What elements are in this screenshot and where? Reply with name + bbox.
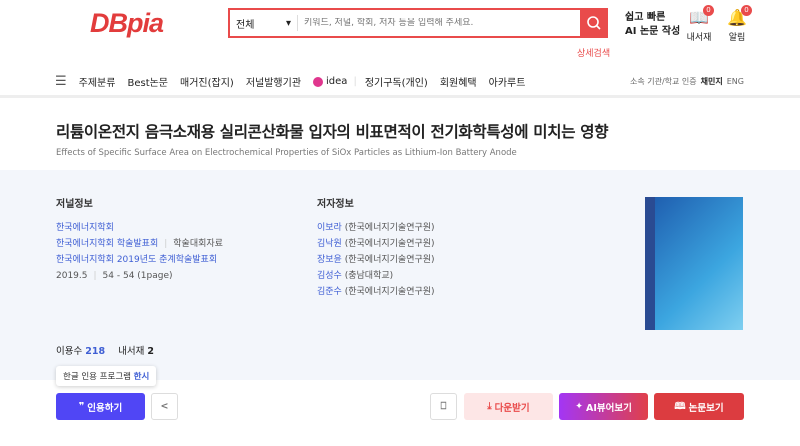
search-bar: 전체 ▾ [228, 8, 608, 38]
hansi-link[interactable]: 한시 [134, 372, 150, 382]
download-label: 다운받기 [494, 402, 530, 414]
bell-icon: 🔔 0 [722, 5, 752, 30]
category-value: 전체 [236, 19, 255, 31]
author-link[interactable]: 김준수 [317, 287, 342, 297]
open-book-icon: 🕮 [674, 400, 686, 412]
library-stat-count: 2 [147, 346, 155, 357]
share-button[interactable]: < [151, 393, 178, 420]
search-button[interactable] [580, 8, 608, 38]
author-affiliation: (한국에너지기술연구원) [344, 239, 435, 249]
author-heading: 저자정보 [317, 199, 354, 210]
category-select[interactable]: 전체 ▾ [230, 15, 298, 31]
author-link[interactable]: 김성수 [317, 271, 342, 281]
advanced-search-link[interactable]: 상세검색 [577, 46, 610, 59]
search-input[interactable] [298, 18, 580, 28]
author-link[interactable]: 이보라 [317, 223, 342, 233]
idea-icon [313, 76, 324, 87]
publish-date: 2019.5 [56, 271, 88, 281]
author-affiliation: (한국에너지기술연구원) [344, 255, 435, 265]
search-icon [587, 16, 601, 30]
share-icon: < [160, 401, 169, 412]
author-affiliation: (한국에너지기술연구원) [344, 223, 435, 233]
view-paper-button[interactable]: 🕮 논문보기 [654, 393, 744, 420]
page-title: 리튬이온전지 음극소재용 실리콘산화물 입자의 비표면적이 전기화학특성에 미치… [56, 123, 609, 141]
proceedings-cover-image [645, 197, 743, 330]
nav-item[interactable]: 주제분류 [79, 74, 116, 89]
ai-viewer-button[interactable]: ✦ AI뷰어보기 [559, 393, 648, 420]
book-icon: 📖 0 [684, 5, 714, 30]
dropdown-icon: ▾ [285, 17, 291, 29]
proceeding-link[interactable]: 한국에너지학회 2019년도 춘계학술발표회 [56, 252, 223, 268]
cite-button[interactable]: ❞ 인용하기 [56, 393, 145, 420]
user-name[interactable]: 채민지 [701, 76, 723, 87]
author-link[interactable]: 장보윤 [317, 255, 342, 265]
alerts-button[interactable]: 🔔 0 알림 [722, 5, 752, 43]
nav-item[interactable]: 정기구독(개인) [365, 74, 428, 89]
view-paper-label: 논문보기 [688, 402, 724, 414]
nav-item[interactable]: 저널발행기관 [246, 74, 301, 89]
tooltip-text: 한글 인용 프로그램 [63, 372, 131, 382]
nav-item[interactable]: 회원혜택 [440, 74, 477, 89]
nav-item[interactable]: Best논문 [127, 74, 168, 89]
author-affiliation: (충남대학교) [344, 271, 394, 281]
page-subtitle: Effects of Specific Surface Area on Elec… [56, 148, 517, 158]
author-link[interactable]: 김낙원 [317, 239, 342, 249]
dbpia-logo[interactable]: DBpia [90, 8, 164, 39]
my-library-button[interactable]: 📖 0 내서재 [684, 5, 714, 43]
institution-auth-link[interactable]: 소속 기관/학교 인증 [630, 76, 697, 87]
ai-viewer-label: AI뷰어보기 [586, 402, 632, 414]
nav-item[interactable]: idea [326, 76, 347, 87]
pages: 54 - 54 (1page) [102, 271, 173, 281]
event-type: 학술대회자료 [173, 239, 223, 249]
bookmark-button[interactable]: ⎕ [430, 393, 457, 420]
ai-promo-line1: 쉽고 빠른 [625, 12, 666, 23]
cite-label: 인용하기 [87, 402, 123, 414]
language-eng[interactable]: ENG [727, 77, 744, 86]
alerts-label: 알림 [728, 33, 746, 43]
ai-promo-line2: AI 논문 작성 [625, 26, 681, 37]
usage-count: 218 [85, 346, 106, 357]
usage-label: 이용수 [56, 346, 83, 357]
citation-tooltip: 한글 인용 프로그램 한시 [56, 366, 157, 386]
author-info: 저자정보 이보라 (한국에너지기술연구원) 김낙원 (한국에너지기술연구원) 장… [317, 195, 435, 300]
sparkle-icon: ✦ [575, 401, 584, 412]
download-button[interactable]: ⤓ 다운받기 [464, 393, 553, 420]
journal-heading: 저널정보 [56, 199, 93, 210]
ai-writing-promo[interactable]: 쉽고 빠른 AI 논문 작성 [625, 11, 680, 39]
nav-item[interactable]: 아카루트 [489, 74, 526, 89]
event-link[interactable]: 한국에너지학회 학술발표회 [56, 239, 158, 249]
library-stat-label: 내서재 [118, 346, 145, 357]
download-icon: ⤓ [487, 401, 492, 412]
society-link[interactable]: 한국에너지학회 [56, 220, 223, 236]
nav-item[interactable]: 매거진(잡지) [180, 74, 234, 89]
usage-stats: 이용수 218 내서재 2 [56, 343, 154, 357]
author-affiliation: (한국에너지기술연구원) [344, 287, 435, 297]
main-nav: ☰ 주제분류 Best논문 매거진(잡지) 저널발행기관 idea | 정기구독… [0, 68, 800, 98]
bookmark-icon: ⎕ [440, 401, 447, 412]
quote-icon: ❞ [78, 401, 85, 412]
library-badge: 0 [703, 5, 714, 16]
journal-info: 저널정보 한국에너지학회 한국에너지학회 학술발표회 | 학술대회자료 한국에너지학… [56, 195, 223, 284]
menu-icon[interactable]: ☰ [55, 74, 67, 89]
alerts-badge: 0 [741, 5, 752, 16]
library-label: 내서재 [686, 33, 712, 43]
